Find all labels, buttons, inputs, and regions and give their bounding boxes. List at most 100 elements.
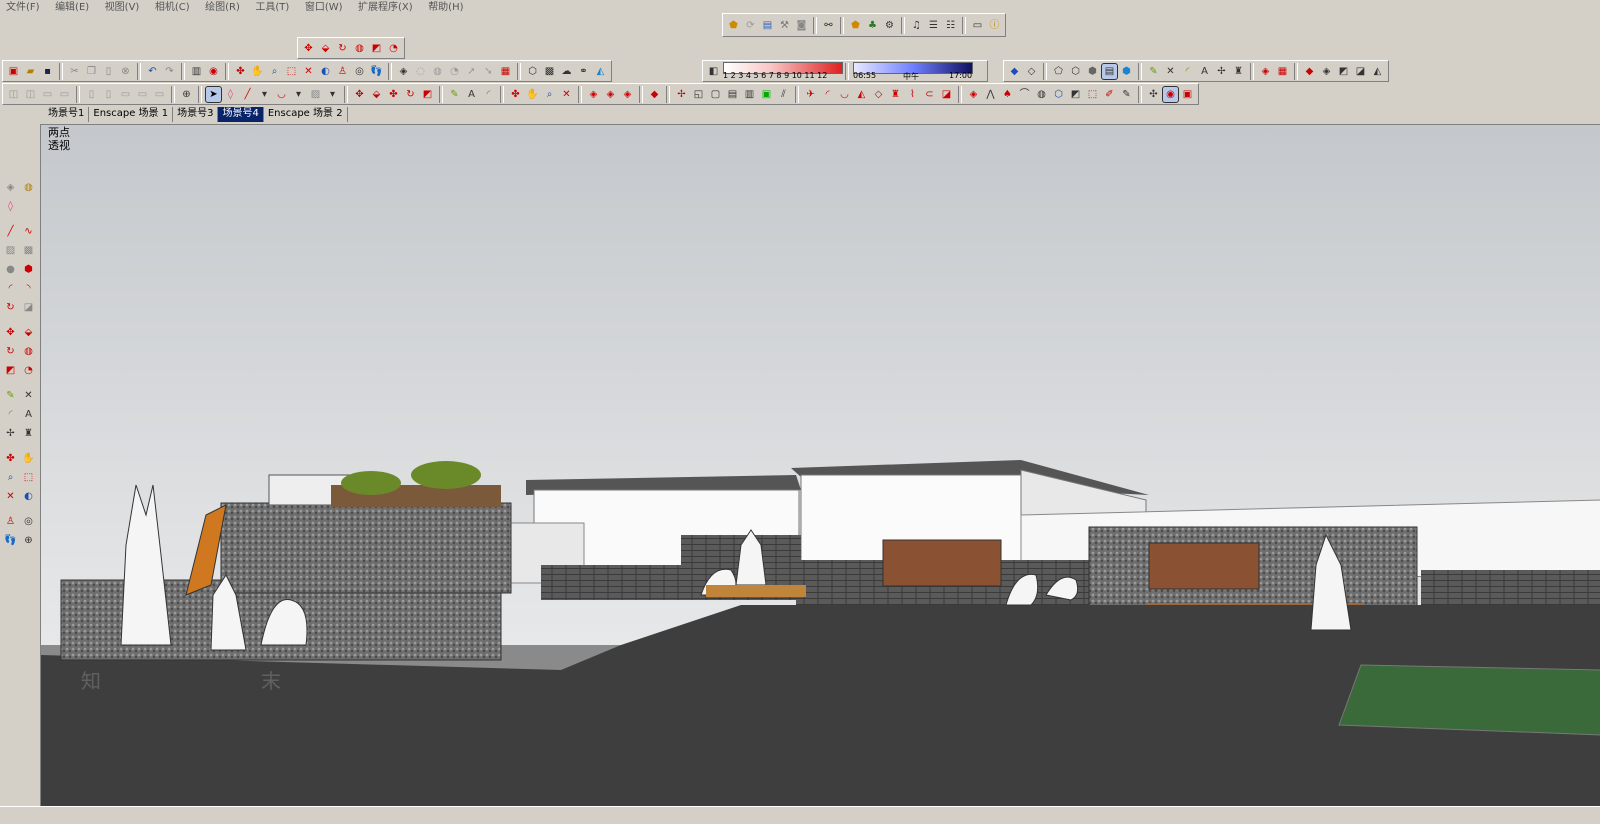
- orbit-icon[interactable]: ✤: [233, 64, 248, 79]
- model-viewport[interactable]: 知末: [40, 124, 1600, 807]
- followme-tool-icon[interactable]: ↻: [403, 87, 418, 102]
- plugin28-icon[interactable]: ◉: [1162, 85, 1179, 103]
- new-icon[interactable]: ▣: [6, 64, 21, 79]
- eraser-tool-icon[interactable]: ◊: [3, 199, 18, 214]
- plugin19-icon[interactable]: ♠: [1000, 87, 1015, 102]
- plugin12-icon[interactable]: ◇: [871, 87, 886, 102]
- erase-icon[interactable]: ⊗: [118, 64, 133, 79]
- plugin4-icon[interactable]: ▤: [725, 87, 740, 102]
- send-icon[interactable]: ➚: [464, 64, 479, 79]
- menu-window[interactable]: 窗口(W): [305, 1, 343, 14]
- send2-icon[interactable]: ➘: [481, 64, 496, 79]
- shadow-toggle-icon[interactable]: ◧: [706, 64, 721, 79]
- tool-icon[interactable]: ⚒: [777, 18, 792, 33]
- zoom-window-left-icon[interactable]: ⬚: [21, 470, 36, 485]
- pie-icon[interactable]: ◪: [21, 300, 36, 315]
- select-icon[interactable]: ➤: [205, 85, 222, 103]
- menu-view[interactable]: 视图(V): [105, 1, 140, 14]
- plugin7-icon[interactable]: ⫽: [776, 87, 791, 102]
- followme-icon[interactable]: ◍: [352, 41, 367, 56]
- info-icon[interactable]: ⓘ: [987, 18, 1002, 33]
- section-icon[interactable]: ◈: [396, 64, 411, 79]
- bottom-view-icon[interactable]: ▭: [118, 87, 133, 102]
- model-info-icon[interactable]: ◉: [206, 64, 221, 79]
- plugin23-icon[interactable]: ◩: [1068, 87, 1083, 102]
- component-icon[interactable]: ◈: [1258, 64, 1273, 79]
- walk-left-icon[interactable]: 👣: [3, 533, 18, 548]
- standard-view-icon[interactable]: ▭: [135, 87, 150, 102]
- camera-icon[interactable]: ◙: [794, 18, 809, 33]
- chevron-down-icon[interactable]: ▾: [257, 87, 272, 102]
- menu-camera[interactable]: 相机(C): [155, 1, 190, 14]
- printer-icon[interactable]: ▤: [760, 18, 775, 33]
- chat-icon[interactable]: ▭: [970, 18, 985, 33]
- plugin29-icon[interactable]: ▣: [1180, 87, 1195, 102]
- section-display-icon[interactable]: ◍: [430, 64, 445, 79]
- protractor-left-icon[interactable]: ◜: [3, 407, 18, 422]
- speaker-icon[interactable]: ♫: [909, 18, 924, 33]
- plugin13-icon[interactable]: ♜: [888, 87, 903, 102]
- section-left-icon[interactable]: ⊕: [21, 533, 36, 548]
- paint-bucket-tool-icon[interactable]: ◍: [21, 180, 36, 195]
- chevron-down-icon[interactable]: ▾: [325, 87, 340, 102]
- polygon-icon[interactable]: ⬢: [21, 262, 36, 277]
- link-icon[interactable]: ⚯: [821, 18, 836, 33]
- tape-icon[interactable]: ✎: [1146, 64, 1161, 79]
- front-view-icon[interactable]: ▭: [40, 87, 55, 102]
- menu-tools[interactable]: 工具(T): [255, 1, 289, 14]
- plugin14-icon[interactable]: ⌇: [905, 87, 920, 102]
- previous-left-icon[interactable]: ◐: [21, 489, 36, 504]
- previous-icon[interactable]: ◐: [318, 64, 333, 79]
- shaded-textures-icon[interactable]: ▤: [1101, 62, 1118, 80]
- offset-left-icon[interactable]: ◔: [21, 363, 36, 378]
- plugin27-icon[interactable]: ✣: [1146, 87, 1161, 102]
- pan-tool-icon[interactable]: ✋: [525, 87, 540, 102]
- top-view-icon[interactable]: ◫: [23, 87, 38, 102]
- axes-left-icon[interactable]: ✢: [3, 426, 18, 441]
- chevron-down-icon[interactable]: ▾: [291, 87, 306, 102]
- tape-left-icon[interactable]: ✎: [3, 388, 18, 403]
- tab-enscape-1[interactable]: Enscape 场景 1: [89, 107, 174, 122]
- menu-help[interactable]: 帮助(H): [428, 1, 463, 14]
- zoom-left-icon[interactable]: ⌕: [3, 470, 18, 485]
- plugin16-icon[interactable]: ◪: [939, 87, 954, 102]
- components-tool-icon[interactable]: ◈: [620, 87, 635, 102]
- shield-icon[interactable]: ⬟: [726, 18, 741, 33]
- line-icon[interactable]: ╱: [240, 87, 255, 102]
- arc-tool-icon[interactable]: ◜: [3, 281, 18, 296]
- open-icon[interactable]: ▰: [23, 64, 38, 79]
- plugin11-icon[interactable]: ◭: [854, 87, 869, 102]
- share-tool-icon[interactable]: ◈: [603, 87, 618, 102]
- freehand-icon[interactable]: ∿: [21, 224, 36, 239]
- look-around-left-icon[interactable]: ◎: [21, 514, 36, 529]
- print-icon[interactable]: ▥: [189, 64, 204, 79]
- plugin20-icon[interactable]: ⌒: [1017, 87, 1032, 102]
- warehouse-tool-icon[interactable]: ◈: [586, 87, 601, 102]
- plugin1-icon[interactable]: ✢: [674, 87, 689, 102]
- gear-icon[interactable]: ⚙: [882, 18, 897, 33]
- cloud-icon[interactable]: ☁: [559, 64, 574, 79]
- plugin18-icon[interactable]: ⋀: [983, 87, 998, 102]
- 3d-text-icon[interactable]: ♜: [21, 426, 36, 441]
- flip-icon[interactable]: ◭: [1370, 64, 1385, 79]
- plugin6-icon[interactable]: ▣: [759, 87, 774, 102]
- paint-tool-icon[interactable]: ◜: [481, 87, 496, 102]
- arc2-icon[interactable]: ◝: [21, 281, 36, 296]
- redo-icon[interactable]: ↷: [162, 64, 177, 79]
- component-select-icon[interactable]: ◈: [3, 180, 18, 195]
- month-slider[interactable]: 1 2 3 4 5 6 7 8 9 10 11 12: [723, 62, 843, 80]
- scale-left-icon[interactable]: ◩: [3, 363, 18, 378]
- tab-scene-1[interactable]: 场景号1: [44, 107, 90, 122]
- warehouse-icon[interactable]: ⬡: [525, 64, 540, 79]
- section-fill-icon[interactable]: ◌: [413, 64, 428, 79]
- move-icon[interactable]: ✥: [301, 41, 316, 56]
- plugin22-icon[interactable]: ⬡: [1051, 87, 1066, 102]
- save-icon[interactable]: ▪: [40, 64, 55, 79]
- plugin2-icon[interactable]: ◱: [691, 87, 706, 102]
- walk-icon[interactable]: 👣: [369, 64, 384, 79]
- rotated-rect-icon[interactable]: ▩: [21, 243, 36, 258]
- plugin8-icon[interactable]: ✈: [803, 87, 818, 102]
- tree-icon[interactable]: ♣: [865, 18, 880, 33]
- share-icon[interactable]: ⚭: [576, 64, 591, 79]
- menu-file[interactable]: 文件(F): [6, 1, 40, 14]
